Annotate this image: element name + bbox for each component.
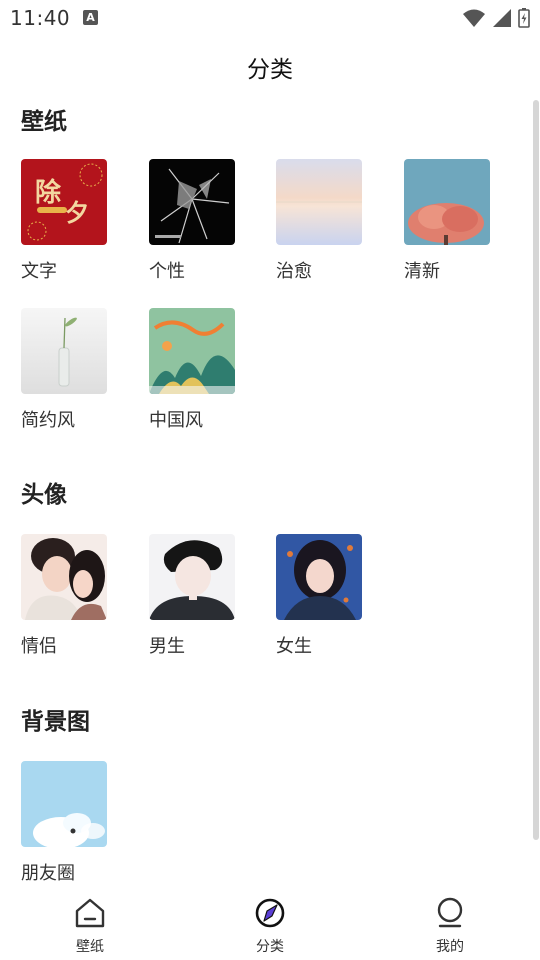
category-thumbnail xyxy=(276,534,362,620)
category-text[interactable]: 除 夕 文字 xyxy=(21,159,111,283)
compass-icon xyxy=(255,898,285,928)
status-bar: 11:40 A xyxy=(0,0,540,36)
category-label: 中国风 xyxy=(149,410,203,431)
nav-wallpaper[interactable]: 壁纸 xyxy=(50,896,130,956)
category-thumbnail xyxy=(149,308,235,394)
category-female[interactable]: 女生 xyxy=(276,534,366,658)
category-label: 个性 xyxy=(149,261,185,282)
category-healing[interactable]: 治愈 xyxy=(276,159,366,283)
category-thumbnail: 除 夕 xyxy=(21,159,107,245)
home-icon xyxy=(75,898,105,928)
section-avatar: 头像 xyxy=(21,475,67,515)
notification-icon: A xyxy=(83,10,98,25)
category-label: 文字 xyxy=(21,261,57,282)
bottom-nav: 壁纸 分类 我的 xyxy=(0,890,540,960)
category-moments[interactable]: 朋友圈 xyxy=(21,761,111,885)
battery-icon xyxy=(518,8,530,28)
section-background: 背景图 xyxy=(21,702,90,742)
svg-text:夕: 夕 xyxy=(65,198,89,227)
signal-icon xyxy=(493,9,511,27)
profile-icon xyxy=(437,897,463,928)
section-wallpaper: 壁纸 xyxy=(21,102,67,142)
category-chinese-style[interactable]: 中国风 xyxy=(149,308,239,432)
category-label: 情侣 xyxy=(21,636,57,657)
category-couple[interactable]: 情侣 xyxy=(21,534,111,658)
nav-profile[interactable]: 我的 xyxy=(410,896,490,956)
category-list[interactable]: 壁纸 除 夕 文字 个性 治愈 清新 简约风 中国风 头像 情侣 男生 女生 背… xyxy=(0,100,530,890)
nav-label: 壁纸 xyxy=(76,939,104,955)
category-thumbnail xyxy=(149,534,235,620)
nav-label: 分类 xyxy=(256,939,284,955)
category-thumbnail xyxy=(149,159,235,245)
status-icons xyxy=(462,8,530,28)
section-title: 头像 xyxy=(21,482,67,508)
scrollbar[interactable] xyxy=(533,100,539,840)
category-label: 简约风 xyxy=(21,410,75,431)
category-thumbnail xyxy=(21,534,107,620)
category-thumbnail xyxy=(21,308,107,394)
svg-text:除: 除 xyxy=(35,177,62,208)
category-label: 男生 xyxy=(149,636,185,657)
wifi-icon xyxy=(463,9,485,27)
category-minimalist[interactable]: 简约风 xyxy=(21,308,111,432)
category-label: 清新 xyxy=(404,261,440,282)
category-thumbnail xyxy=(404,159,490,245)
category-thumbnail xyxy=(276,159,362,245)
section-title: 背景图 xyxy=(21,709,90,735)
category-male[interactable]: 男生 xyxy=(149,534,239,658)
category-label: 女生 xyxy=(276,636,312,657)
category-label: 治愈 xyxy=(276,261,312,282)
nav-category[interactable]: 分类 xyxy=(230,896,310,956)
category-personality[interactable]: 个性 xyxy=(149,159,239,283)
section-title: 壁纸 xyxy=(21,109,67,135)
status-time: 11:40 xyxy=(10,6,71,30)
nav-label: 我的 xyxy=(436,939,464,955)
category-label: 朋友圈 xyxy=(21,863,75,884)
category-fresh[interactable]: 清新 xyxy=(404,159,494,283)
page-title: 分类 xyxy=(247,57,293,83)
category-thumbnail xyxy=(21,761,107,847)
